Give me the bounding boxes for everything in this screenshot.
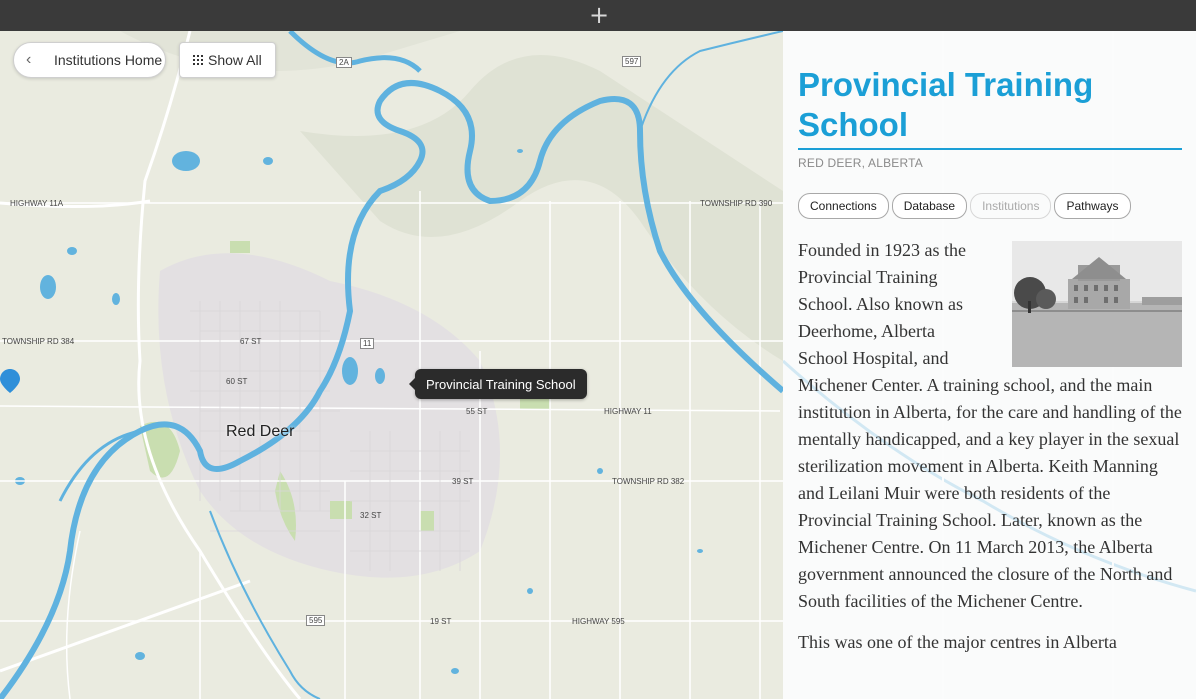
map-label-road: 19 ST: [430, 617, 452, 626]
show-all-label: Show All: [208, 52, 262, 68]
map-label-road: 595: [306, 615, 326, 626]
map-label-road: 39 ST: [452, 477, 474, 486]
map-label-city: Red Deer: [226, 423, 295, 440]
map-label-road: 55 ST: [466, 407, 488, 416]
description-paragraph: This was one of the major centres in Alb…: [798, 632, 1117, 652]
map-canvas[interactable]: Red Deer HIGHWAY 11A TOWNSHIP RD 390 TOW…: [0, 31, 783, 699]
map-label-road: HIGHWAY 595: [572, 617, 625, 626]
map-label-road: 32 ST: [360, 511, 382, 520]
location-subtitle: RED DEER, ALBERTA: [798, 156, 923, 170]
map-basemap: [0, 31, 783, 699]
map-label-road: 67 ST: [240, 337, 262, 346]
map-label-road: TOWNSHIP RD 390: [700, 199, 773, 208]
map-label-road: HIGHWAY 11A: [10, 199, 64, 208]
tab-connections[interactable]: Connections: [798, 193, 889, 219]
page-title: Provincial Training School: [798, 66, 1094, 143]
map-label-road: 597: [622, 56, 642, 67]
map-marker-icon[interactable]: [0, 369, 20, 393]
tab-bar: Connections Database Institutions Pathwa…: [798, 193, 1131, 219]
map-label-road: HIGHWAY 11: [604, 407, 652, 416]
institutions-home-label: Institutions Home: [54, 52, 163, 68]
tab-institutions[interactable]: Institutions: [970, 193, 1052, 219]
marker-tooltip: Provincial Training School: [409, 369, 587, 399]
map-label-road: TOWNSHIP RD 384: [2, 337, 75, 346]
map-label-road: TOWNSHIP RD 382: [612, 477, 685, 486]
map-label-road: 2A: [336, 57, 352, 68]
tab-database[interactable]: Database: [891, 193, 968, 219]
info-panel: Provincial Training School RED DEER, ALB…: [783, 31, 1196, 699]
show-all-button[interactable]: Show All: [179, 42, 276, 78]
map-label-road: 60 ST: [226, 377, 248, 386]
tab-pathways[interactable]: Pathways: [1054, 193, 1131, 219]
top-toolbar: +: [0, 0, 1196, 31]
chevron-left-icon: ‹: [26, 51, 32, 68]
map-label-road: 11: [360, 338, 375, 349]
description: Founded in 1923 as the Provincial Traini…: [798, 237, 1182, 670]
plus-icon[interactable]: +: [588, 3, 610, 27]
grid-icon: [193, 55, 203, 65]
title-divider: [798, 148, 1182, 150]
institutions-home-button[interactable]: ‹ Institutions Home: [13, 42, 166, 78]
